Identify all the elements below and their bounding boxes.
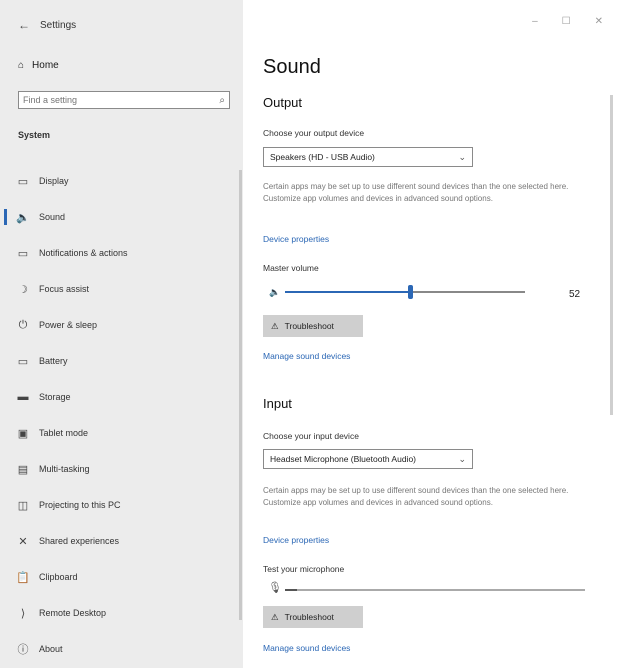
search-box[interactable]: ⌕ xyxy=(18,91,230,109)
output-heading: Output xyxy=(263,95,303,110)
sidebar-item-clipboard[interactable]: 📋 Clipboard xyxy=(0,559,243,595)
sidebar-item-storage[interactable]: ▬ Storage xyxy=(0,379,243,415)
warning-icon: ⚠ xyxy=(271,320,279,331)
output-troubleshoot-button[interactable]: ⚠ Troubleshoot xyxy=(263,315,363,337)
clipboard-icon: 📋 xyxy=(16,571,30,584)
moon-icon: ☽ xyxy=(18,283,28,296)
window-controls: – ☐ ✕ xyxy=(532,16,603,27)
home-label: Home xyxy=(32,60,59,71)
microphone-level-fill xyxy=(285,589,297,591)
master-volume-value: 52 xyxy=(569,289,581,300)
sidebar-item-label: Storage xyxy=(39,392,71,402)
remote-desktop-icon: ⟩ xyxy=(20,607,26,620)
info-icon: ⓘ xyxy=(17,644,29,656)
home-icon: ⌂ xyxy=(18,60,25,71)
master-volume-slider[interactable] xyxy=(285,285,525,299)
output-description: Certain apps may be set up to use differ… xyxy=(263,182,569,203)
chevron-down-icon: ⌄ xyxy=(458,453,466,464)
input-device-value: Headset Microphone (Bluetooth Audio) xyxy=(270,454,417,464)
storage-icon: ▬ xyxy=(17,391,29,403)
maximize-icon[interactable]: ☐ xyxy=(562,16,571,27)
section-header: System xyxy=(18,130,51,140)
sidebar-item-label: About xyxy=(39,644,63,654)
sidebar-item-label: Notifications & actions xyxy=(39,248,128,258)
notifications-icon: ▭ xyxy=(17,247,29,260)
sidebar-item-label: Remote Desktop xyxy=(39,608,107,618)
projecting-icon: ◫ xyxy=(17,499,29,512)
sidebar-item-sound[interactable]: 🔈 Sound xyxy=(0,199,243,235)
sidebar-item-notifications-actions[interactable]: ▭ Notifications & actions xyxy=(0,235,243,271)
main-scrollbar[interactable] xyxy=(610,95,613,415)
display-icon: ▭ xyxy=(17,175,29,188)
input-device-dropdown[interactable]: Headset Microphone (Bluetooth Audio) ⌄ xyxy=(263,449,473,469)
chevron-down-icon: ⌄ xyxy=(458,151,466,162)
search-input[interactable] xyxy=(23,95,193,105)
sidebar-item-projecting-to-this-pc[interactable]: ◫ Projecting to this PC xyxy=(0,487,243,523)
troubleshoot-label: Troubleshoot xyxy=(284,321,334,331)
multitasking-icon: ▤ xyxy=(17,463,29,476)
sidebar-item-label: Display xyxy=(39,176,69,186)
output-device-label: Choose your output device xyxy=(263,128,365,138)
sidebar-item-label: Projecting to this PC xyxy=(39,500,121,510)
power-icon: ⏻ xyxy=(18,318,28,331)
battery-icon: ▭ xyxy=(17,355,29,368)
input-troubleshoot-button[interactable]: ⚠ Troubleshoot xyxy=(263,606,363,628)
sidebar-nav: ▭ Display 🔈 Sound ▭ Notifications & actions ☽ F… xyxy=(0,163,243,667)
minimize-icon[interactable]: – xyxy=(532,16,538,27)
close-icon[interactable]: ✕ xyxy=(595,16,603,27)
output-device-properties-link[interactable]: Device properties xyxy=(263,234,329,244)
shared-icon: ✕ xyxy=(18,535,28,548)
sidebar-item-label: Tablet mode xyxy=(39,428,89,438)
sidebar-item-label: Focus assist xyxy=(39,284,90,294)
volume-icon: 🔈 xyxy=(269,287,281,297)
sidebar-item-label: Power & sleep xyxy=(39,320,98,330)
warning-icon: ⚠ xyxy=(271,611,279,622)
input-device-label: Choose your input device xyxy=(263,431,359,441)
master-volume-label: Master volume xyxy=(263,263,319,273)
microphone-level-bar xyxy=(285,589,585,591)
sidebar-item-battery[interactable]: ▭ Battery xyxy=(0,343,243,379)
speaker-icon: 🔈 xyxy=(16,211,30,224)
home-nav[interactable]: ⌂ Home xyxy=(18,60,59,71)
search-icon[interactable]: ⌕ xyxy=(219,95,225,106)
manage-input-devices-link[interactable]: Manage sound devices xyxy=(263,643,350,653)
troubleshoot-label: Troubleshoot xyxy=(284,612,334,622)
page-title: Sound xyxy=(263,56,321,78)
sidebar-item-label: Sound xyxy=(39,212,66,222)
sidebar-item-remote-desktop[interactable]: ⟩ Remote Desktop xyxy=(0,595,243,631)
window-title-bar: ← Settings xyxy=(18,18,76,32)
sidebar-item-display[interactable]: ▭ Display xyxy=(0,163,243,199)
sidebar-item-about[interactable]: ⓘ About xyxy=(0,631,243,667)
sidebar-scrollbar[interactable] xyxy=(239,170,242,620)
window-title: Settings xyxy=(40,19,77,31)
input-heading: Input xyxy=(263,396,292,411)
manage-output-devices-link[interactable]: Manage sound devices xyxy=(263,351,350,361)
sidebar: ← Settings ⌂ Home ⌕ System ▭ Display 🔈 Soun… xyxy=(0,0,243,668)
sidebar-item-multi-tasking[interactable]: ▤ Multi-tasking xyxy=(0,451,243,487)
sidebar-item-label: Battery xyxy=(39,356,68,366)
sidebar-item-tablet-mode[interactable]: ▣ Tablet mode xyxy=(0,415,243,451)
volume-slider-thumb[interactable] xyxy=(407,285,413,299)
output-device-dropdown[interactable]: Speakers (HD - USB Audio) ⌄ xyxy=(263,147,473,167)
sidebar-item-label: Multi-tasking xyxy=(39,464,90,474)
sidebar-item-focus-assist[interactable]: ☽ Focus assist xyxy=(0,271,243,307)
input-description: Certain apps may be set up to use differ… xyxy=(263,486,569,507)
back-arrow-icon[interactable]: ← xyxy=(18,18,30,32)
sidebar-item-shared-experiences[interactable]: ✕ Shared experiences xyxy=(0,523,243,559)
output-device-value: Speakers (HD - USB Audio) xyxy=(270,152,375,162)
microphone-icon: 🎙 xyxy=(268,582,282,594)
tablet-icon: ▣ xyxy=(17,427,29,440)
sidebar-item-label: Clipboard xyxy=(39,572,78,582)
test-microphone-label: Test your microphone xyxy=(263,564,345,574)
volume-slider-fill xyxy=(285,291,410,293)
sidebar-item-power-sleep[interactable]: ⏻ Power & sleep xyxy=(0,307,243,343)
sidebar-item-label: Shared experiences xyxy=(39,536,120,546)
input-device-properties-link[interactable]: Device properties xyxy=(263,535,329,545)
